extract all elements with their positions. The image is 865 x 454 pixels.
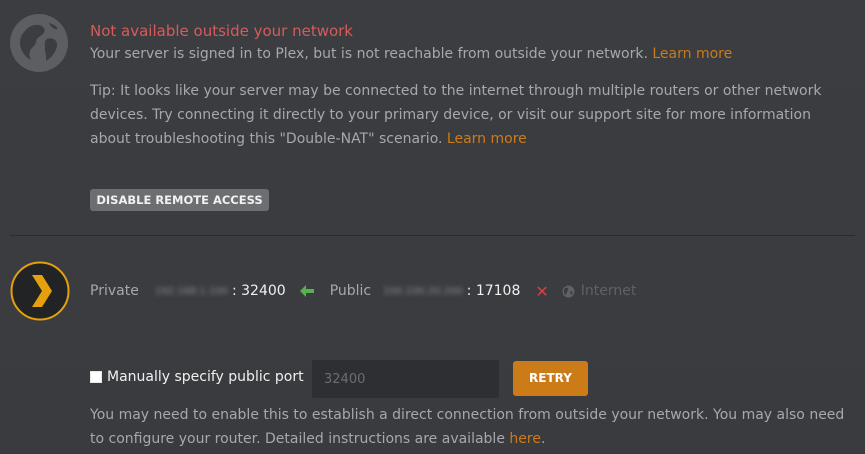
globe-small-icon [562,285,575,297]
help-body: You may need to enable this to establish… [90,407,845,447]
help-suffix: . [540,431,546,447]
public-label: Public [329,283,372,299]
private-port: : 32400 [231,283,286,299]
private-label: Private [90,283,139,299]
remote-access-panel: Not available outside your network Your … [0,0,865,454]
tip-learn-more-link[interactable]: Learn more [447,131,527,147]
learn-more-link[interactable]: Learn more [652,46,732,62]
internet-label: Internet [580,283,637,299]
arrow-left-icon [299,285,314,297]
connection-status-row: Private 192.168.1.100 : 32400 Public 100… [90,281,636,301]
retry-button[interactable]: RETRY [513,361,588,396]
error-title: Not available outside your network [90,22,353,40]
private-ip: 192.168.1.100 [154,285,228,297]
plex-logo [10,261,70,321]
manual-port-checkbox[interactable]: Manually specify public port [90,369,304,385]
checkbox-box[interactable] [90,371,102,383]
public-ip: 100.100.20.200 [383,285,463,297]
globe-icon [10,14,68,72]
public-port: : 17108 [466,283,521,299]
public-port-input[interactable] [312,360,499,398]
error-message: Your server is signed in to Plex, but is… [90,46,732,62]
tip-text: Tip: It looks like your server may be co… [90,79,850,151]
disable-remote-access-button[interactable]: DISABLE REMOTE ACCESS [90,189,269,211]
help-text: You may need to enable this to establish… [90,403,855,451]
error-message-text: Your server is signed in to Plex, but is… [90,46,648,62]
section-divider [10,235,855,236]
manual-port-label: Manually specify public port [107,369,304,385]
close-icon: ✕ [535,281,549,301]
here-link[interactable]: here [509,431,541,447]
